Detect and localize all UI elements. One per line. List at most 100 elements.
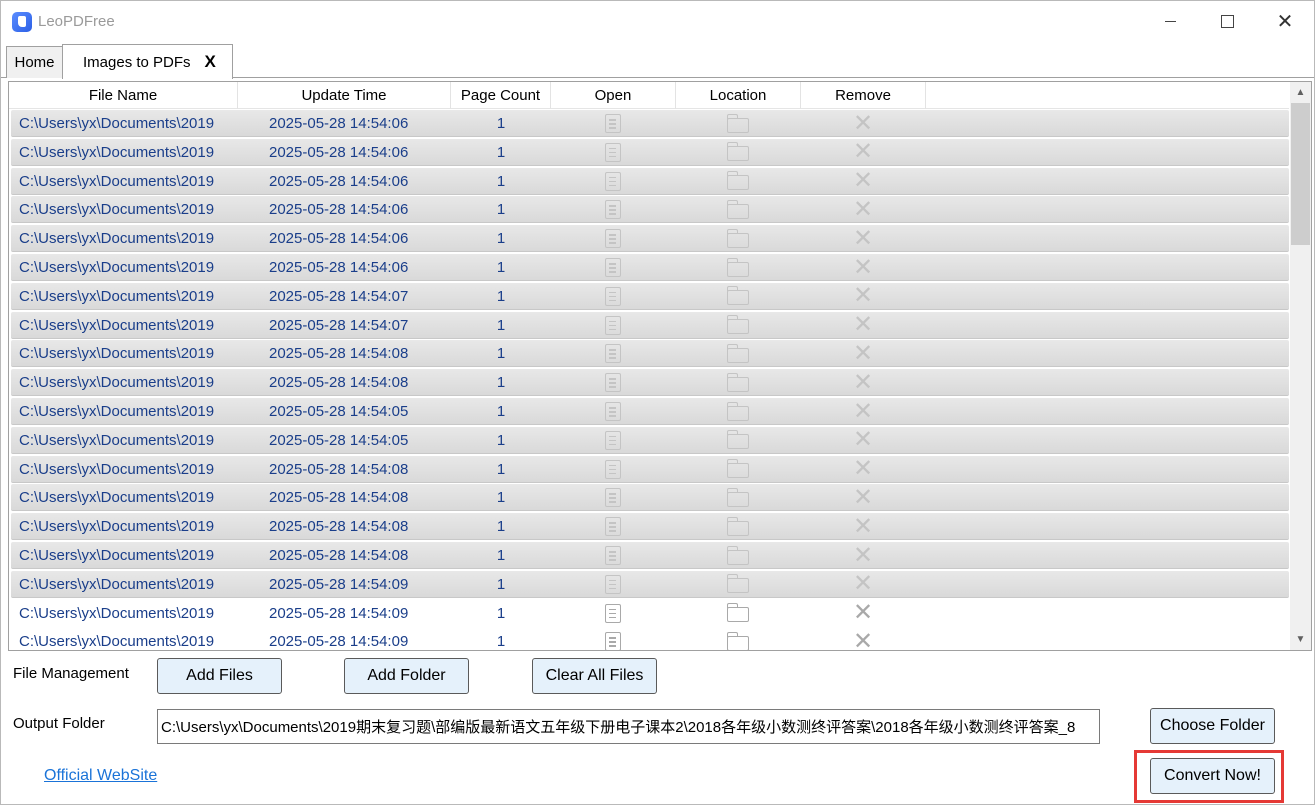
remove-cell[interactable]: ✕ bbox=[803, 110, 923, 137]
remove-icon[interactable]: ✕ bbox=[853, 341, 873, 366]
table-row[interactable]: C:\Users\yx\Documents\2019 2025-05-28 14:… bbox=[11, 398, 1289, 425]
open-file-icon[interactable] bbox=[605, 344, 621, 364]
open-file-icon[interactable] bbox=[605, 402, 621, 421]
column-header-update-time[interactable]: Update Time bbox=[238, 82, 451, 109]
location-cell[interactable] bbox=[678, 312, 798, 339]
remove-icon[interactable]: ✕ bbox=[853, 457, 873, 481]
open-cell[interactable] bbox=[553, 283, 673, 310]
table-row[interactable]: C:\Users\yx\Documents\2019 2025-05-28 14:… bbox=[11, 600, 1289, 627]
location-cell[interactable] bbox=[678, 340, 798, 367]
open-file-icon[interactable] bbox=[605, 632, 621, 650]
location-cell[interactable] bbox=[678, 542, 798, 569]
scrollbar-thumb[interactable] bbox=[1291, 103, 1310, 245]
folder-icon[interactable] bbox=[726, 257, 749, 277]
location-cell[interactable] bbox=[678, 110, 798, 137]
remove-icon[interactable]: ✕ bbox=[853, 111, 873, 136]
remove-icon[interactable]: ✕ bbox=[853, 572, 873, 596]
table-row[interactable]: C:\Users\yx\Documents\2019 2025-05-28 14:… bbox=[11, 513, 1289, 541]
table-row[interactable]: C:\Users\yx\Documents\2019 2025-05-28 14:… bbox=[11, 542, 1289, 569]
location-cell[interactable] bbox=[678, 283, 798, 310]
open-cell[interactable] bbox=[553, 340, 673, 367]
remove-cell[interactable]: ✕ bbox=[803, 283, 923, 310]
scroll-up-icon[interactable]: ▲ bbox=[1290, 84, 1311, 101]
open-file-icon[interactable] bbox=[605, 373, 621, 393]
tab-home[interactable]: Home bbox=[6, 46, 63, 78]
folder-icon[interactable] bbox=[726, 286, 749, 306]
open-file-icon[interactable] bbox=[605, 430, 621, 450]
clear-all-files-button[interactable]: Clear All Files bbox=[532, 658, 657, 694]
open-file-icon[interactable] bbox=[605, 574, 621, 594]
open-file-icon[interactable] bbox=[605, 546, 621, 565]
open-cell[interactable] bbox=[553, 542, 673, 569]
vertical-scrollbar[interactable]: ▲ ▼ bbox=[1290, 82, 1311, 650]
folder-icon[interactable] bbox=[726, 430, 749, 450]
table-row[interactable]: C:\Users\yx\Documents\2019 2025-05-28 14:… bbox=[11, 138, 1289, 166]
folder-icon[interactable] bbox=[726, 401, 749, 421]
folder-icon[interactable] bbox=[726, 343, 749, 363]
column-header-location[interactable]: Location bbox=[676, 82, 801, 109]
file-grid[interactable]: File Name Update Time Page Count Open Lo… bbox=[8, 81, 1312, 651]
remove-cell[interactable]: ✕ bbox=[803, 139, 923, 166]
remove-cell[interactable]: ✕ bbox=[803, 571, 923, 598]
remove-cell[interactable]: ✕ bbox=[803, 456, 923, 483]
table-row[interactable]: C:\Users\yx\Documents\2019 2025-05-28 14:… bbox=[11, 570, 1289, 598]
open-file-icon[interactable] bbox=[605, 459, 621, 479]
remove-icon[interactable]: ✕ bbox=[853, 514, 873, 539]
table-row[interactable]: C:\Users\yx\Documents\2019 2025-05-28 14:… bbox=[11, 311, 1289, 339]
open-cell[interactable] bbox=[553, 312, 673, 339]
open-file-icon[interactable] bbox=[605, 200, 621, 220]
folder-icon[interactable] bbox=[726, 199, 749, 219]
open-file-icon[interactable] bbox=[605, 603, 621, 623]
remove-cell[interactable]: ✕ bbox=[803, 542, 923, 569]
table-row[interactable]: C:\Users\yx\Documents\2019 2025-05-28 14:… bbox=[11, 455, 1289, 483]
output-folder-field[interactable]: C:\Users\yx\Documents\2019期末复习题\部编版最新语文五… bbox=[157, 709, 1100, 744]
remove-icon[interactable]: ✕ bbox=[853, 226, 873, 251]
open-file-icon[interactable] bbox=[605, 286, 621, 306]
open-cell[interactable] bbox=[553, 168, 673, 195]
column-header-remove[interactable]: Remove bbox=[801, 82, 926, 109]
remove-cell[interactable]: ✕ bbox=[803, 427, 923, 454]
remove-icon[interactable]: ✕ bbox=[853, 169, 873, 193]
folder-icon[interactable] bbox=[726, 372, 749, 392]
tab-close-icon[interactable]: X bbox=[205, 52, 216, 72]
location-cell[interactable] bbox=[678, 369, 798, 396]
table-row[interactable]: C:\Users\yx\Documents\2019 2025-05-28 14:… bbox=[11, 196, 1289, 224]
location-cell[interactable] bbox=[678, 628, 798, 650]
open-cell[interactable] bbox=[553, 484, 673, 511]
minimize-icon[interactable] bbox=[1141, 1, 1199, 41]
table-row[interactable]: C:\Users\yx\Documents\2019 2025-05-28 14:… bbox=[11, 167, 1289, 195]
folder-icon[interactable] bbox=[726, 631, 749, 650]
open-cell[interactable] bbox=[553, 110, 673, 137]
folder-icon[interactable] bbox=[726, 487, 749, 507]
folder-icon[interactable] bbox=[726, 142, 749, 162]
remove-cell[interactable]: ✕ bbox=[803, 628, 923, 650]
remove-icon[interactable]: ✕ bbox=[853, 543, 873, 568]
folder-icon[interactable] bbox=[726, 603, 749, 623]
open-file-icon[interactable] bbox=[605, 229, 621, 249]
open-file-icon[interactable] bbox=[605, 517, 621, 537]
table-row[interactable]: C:\Users\yx\Documents\2019 2025-05-28 14:… bbox=[11, 282, 1289, 310]
tab-images-to-pdfs[interactable]: Images to PDFs X bbox=[62, 44, 233, 79]
remove-cell[interactable]: ✕ bbox=[803, 225, 923, 252]
choose-folder-button[interactable]: Choose Folder bbox=[1150, 708, 1275, 744]
open-cell[interactable] bbox=[553, 571, 673, 598]
location-cell[interactable] bbox=[678, 139, 798, 166]
open-cell[interactable] bbox=[553, 513, 673, 540]
location-cell[interactable] bbox=[678, 600, 798, 627]
add-files-button[interactable]: Add Files bbox=[157, 658, 282, 694]
remove-cell[interactable]: ✕ bbox=[803, 600, 923, 627]
remove-cell[interactable]: ✕ bbox=[803, 254, 923, 281]
location-cell[interactable] bbox=[678, 196, 798, 223]
folder-icon[interactable] bbox=[726, 574, 749, 594]
remove-icon[interactable]: ✕ bbox=[853, 629, 873, 650]
column-header-file-name[interactable]: File Name bbox=[9, 82, 238, 109]
open-cell[interactable] bbox=[553, 139, 673, 166]
location-cell[interactable] bbox=[678, 484, 798, 511]
location-cell[interactable] bbox=[678, 168, 798, 195]
open-cell[interactable] bbox=[553, 427, 673, 454]
remove-cell[interactable]: ✕ bbox=[803, 168, 923, 195]
scroll-down-icon[interactable]: ▼ bbox=[1290, 631, 1311, 648]
remove-icon[interactable]: ✕ bbox=[853, 140, 873, 164]
folder-icon[interactable] bbox=[726, 516, 749, 536]
open-cell[interactable] bbox=[553, 196, 673, 223]
